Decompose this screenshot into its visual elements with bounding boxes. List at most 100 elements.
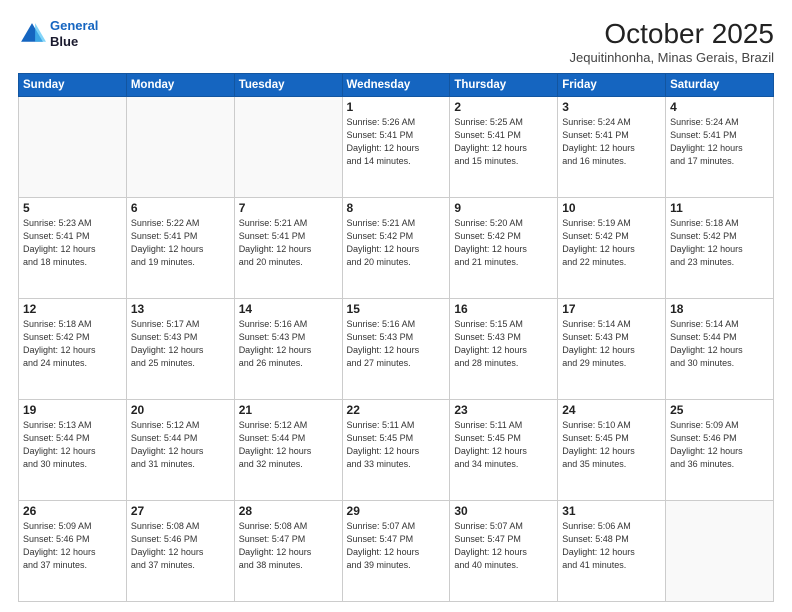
day-number: 23: [454, 403, 553, 417]
weekday-header-row: SundayMondayTuesdayWednesdayThursdayFrid…: [19, 74, 774, 97]
day-info: Sunrise: 5:19 AM Sunset: 5:42 PM Dayligh…: [562, 217, 661, 269]
day-info: Sunrise: 5:08 AM Sunset: 5:47 PM Dayligh…: [239, 520, 338, 572]
day-info: Sunrise: 5:25 AM Sunset: 5:41 PM Dayligh…: [454, 116, 553, 168]
weekday-header-tuesday: Tuesday: [234, 74, 342, 97]
calendar-cell: 20 Sunrise: 5:12 AM Sunset: 5:44 PM Dayli…: [126, 400, 234, 501]
calendar-cell: 18Sunrise: 5:14 AM Sunset: 5:44 PM Dayli…: [666, 299, 774, 400]
calendar-cell: 14Sunrise: 5:16 AM Sunset: 5:43 PM Dayli…: [234, 299, 342, 400]
day-info: Sunrise: 5:13 AM Sunset: 5:44 PM Dayligh…: [23, 419, 122, 471]
day-info: Sunrise: 5:09 AM Sunset: 5:46 PM Dayligh…: [670, 419, 769, 471]
logo: General Blue: [18, 18, 98, 49]
calendar-cell: 28 Sunrise: 5:08 AM Sunset: 5:47 PM Dayli…: [234, 501, 342, 602]
day-info: Sunrise: 5:24 AM Sunset: 5:41 PM Dayligh…: [670, 116, 769, 168]
calendar-cell: 21Sunrise: 5:12 AM Sunset: 5:44 PM Dayli…: [234, 400, 342, 501]
logo-icon: [18, 20, 46, 48]
day-number: 25: [670, 403, 769, 417]
calendar-cell: 1 Sunrise: 5:26 AM Sunset: 5:41 PM Daylig…: [342, 97, 450, 198]
calendar-cell: 25 Sunrise: 5:09 AM Sunset: 5:46 PM Dayli…: [666, 400, 774, 501]
month-title: October 2025: [570, 18, 775, 50]
day-info: Sunrise: 5:10 AM Sunset: 5:45 PM Dayligh…: [562, 419, 661, 471]
week-row-5: 26 Sunrise: 5:09 AM Sunset: 5:46 PM Dayli…: [19, 501, 774, 602]
day-number: 31: [562, 504, 661, 518]
day-number: 20: [131, 403, 230, 417]
calendar-cell: 3Sunrise: 5:24 AM Sunset: 5:41 PM Daylig…: [558, 97, 666, 198]
calendar-cell: [19, 97, 127, 198]
calendar-cell: [234, 97, 342, 198]
calendar-cell: 30 Sunrise: 5:07 AM Sunset: 5:47 PM Dayli…: [450, 501, 558, 602]
day-info: Sunrise: 5:17 AM Sunset: 5:43 PM Dayligh…: [131, 318, 230, 370]
day-info: Sunrise: 5:18 AM Sunset: 5:42 PM Dayligh…: [670, 217, 769, 269]
calendar-cell: 29 Sunrise: 5:07 AM Sunset: 5:47 PM Dayli…: [342, 501, 450, 602]
day-info: Sunrise: 5:18 AM Sunset: 5:42 PM Dayligh…: [23, 318, 122, 370]
day-info: Sunrise: 5:20 AM Sunset: 5:42 PM Dayligh…: [454, 217, 553, 269]
day-number: 6: [131, 201, 230, 215]
day-info: Sunrise: 5:12 AM Sunset: 5:44 PM Dayligh…: [239, 419, 338, 471]
calendar-cell: 5Sunrise: 5:23 AM Sunset: 5:41 PM Daylig…: [19, 198, 127, 299]
day-number: 22: [347, 403, 446, 417]
day-number: 11: [670, 201, 769, 215]
day-number: 30: [454, 504, 553, 518]
calendar-cell: 17Sunrise: 5:14 AM Sunset: 5:43 PM Dayli…: [558, 299, 666, 400]
calendar-cell: [126, 97, 234, 198]
day-number: 28: [239, 504, 338, 518]
header: General Blue October 2025 Jequitinhonha,…: [18, 18, 774, 65]
location-subtitle: Jequitinhonha, Minas Gerais, Brazil: [570, 50, 775, 65]
week-row-2: 5Sunrise: 5:23 AM Sunset: 5:41 PM Daylig…: [19, 198, 774, 299]
day-info: Sunrise: 5:09 AM Sunset: 5:46 PM Dayligh…: [23, 520, 122, 572]
day-info: Sunrise: 5:11 AM Sunset: 5:45 PM Dayligh…: [454, 419, 553, 471]
calendar-cell: 4 Sunrise: 5:24 AM Sunset: 5:41 PM Daylig…: [666, 97, 774, 198]
day-info: Sunrise: 5:12 AM Sunset: 5:44 PM Dayligh…: [131, 419, 230, 471]
day-info: Sunrise: 5:11 AM Sunset: 5:45 PM Dayligh…: [347, 419, 446, 471]
day-number: 13: [131, 302, 230, 316]
day-info: Sunrise: 5:16 AM Sunset: 5:43 PM Dayligh…: [239, 318, 338, 370]
calendar-cell: 15 Sunrise: 5:16 AM Sunset: 5:43 PM Dayli…: [342, 299, 450, 400]
calendar-cell: 6Sunrise: 5:22 AM Sunset: 5:41 PM Daylig…: [126, 198, 234, 299]
calendar-cell: 8Sunrise: 5:21 AM Sunset: 5:42 PM Daylig…: [342, 198, 450, 299]
calendar-cell: 19 Sunrise: 5:13 AM Sunset: 5:44 PM Dayli…: [19, 400, 127, 501]
day-number: 19: [23, 403, 122, 417]
day-info: Sunrise: 5:26 AM Sunset: 5:41 PM Dayligh…: [347, 116, 446, 168]
calendar-cell: 31 Sunrise: 5:06 AM Sunset: 5:48 PM Dayli…: [558, 501, 666, 602]
calendar-table: SundayMondayTuesdayWednesdayThursdayFrid…: [18, 73, 774, 602]
day-info: Sunrise: 5:06 AM Sunset: 5:48 PM Dayligh…: [562, 520, 661, 572]
calendar-cell: 9 Sunrise: 5:20 AM Sunset: 5:42 PM Daylig…: [450, 198, 558, 299]
calendar-cell: 16Sunrise: 5:15 AM Sunset: 5:43 PM Dayli…: [450, 299, 558, 400]
weekday-header-thursday: Thursday: [450, 74, 558, 97]
day-info: Sunrise: 5:14 AM Sunset: 5:44 PM Dayligh…: [670, 318, 769, 370]
week-row-4: 19 Sunrise: 5:13 AM Sunset: 5:44 PM Dayli…: [19, 400, 774, 501]
day-info: Sunrise: 5:08 AM Sunset: 5:46 PM Dayligh…: [131, 520, 230, 572]
day-number: 4: [670, 100, 769, 114]
day-number: 17: [562, 302, 661, 316]
day-number: 24: [562, 403, 661, 417]
day-info: Sunrise: 5:07 AM Sunset: 5:47 PM Dayligh…: [347, 520, 446, 572]
day-number: 3: [562, 100, 661, 114]
day-number: 16: [454, 302, 553, 316]
weekday-header-sunday: Sunday: [19, 74, 127, 97]
title-block: October 2025 Jequitinhonha, Minas Gerais…: [570, 18, 775, 65]
calendar-cell: 2Sunrise: 5:25 AM Sunset: 5:41 PM Daylig…: [450, 97, 558, 198]
week-row-1: 1 Sunrise: 5:26 AM Sunset: 5:41 PM Daylig…: [19, 97, 774, 198]
calendar-cell: 13 Sunrise: 5:17 AM Sunset: 5:43 PM Dayli…: [126, 299, 234, 400]
calendar-cell: 26 Sunrise: 5:09 AM Sunset: 5:46 PM Dayli…: [19, 501, 127, 602]
weekday-header-wednesday: Wednesday: [342, 74, 450, 97]
calendar-cell: 23 Sunrise: 5:11 AM Sunset: 5:45 PM Dayli…: [450, 400, 558, 501]
calendar-cell: 12Sunrise: 5:18 AM Sunset: 5:42 PM Dayli…: [19, 299, 127, 400]
day-info: Sunrise: 5:16 AM Sunset: 5:43 PM Dayligh…: [347, 318, 446, 370]
day-info: Sunrise: 5:23 AM Sunset: 5:41 PM Dayligh…: [23, 217, 122, 269]
day-info: Sunrise: 5:21 AM Sunset: 5:41 PM Dayligh…: [239, 217, 338, 269]
weekday-header-friday: Friday: [558, 74, 666, 97]
calendar-cell: 11 Sunrise: 5:18 AM Sunset: 5:42 PM Dayli…: [666, 198, 774, 299]
day-number: 8: [347, 201, 446, 215]
day-number: 15: [347, 302, 446, 316]
calendar-cell: [666, 501, 774, 602]
day-number: 9: [454, 201, 553, 215]
day-number: 27: [131, 504, 230, 518]
day-number: 7: [239, 201, 338, 215]
week-row-3: 12Sunrise: 5:18 AM Sunset: 5:42 PM Dayli…: [19, 299, 774, 400]
day-number: 10: [562, 201, 661, 215]
day-number: 26: [23, 504, 122, 518]
day-info: Sunrise: 5:07 AM Sunset: 5:47 PM Dayligh…: [454, 520, 553, 572]
calendar-cell: 10 Sunrise: 5:19 AM Sunset: 5:42 PM Dayli…: [558, 198, 666, 299]
day-number: 29: [347, 504, 446, 518]
day-number: 1: [347, 100, 446, 114]
